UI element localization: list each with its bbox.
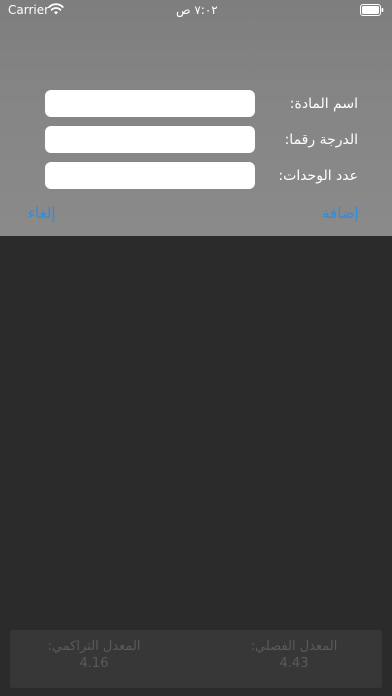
semester-gpa-label: المعدل الفصلي: [250, 639, 338, 654]
clock: ٧:٠٢ ص [176, 3, 218, 17]
units-input[interactable] [45, 162, 255, 189]
gpa-summary-panel: المعدل الفصلي: 4.43 المعدل التراكمي: 4.1… [10, 630, 382, 688]
grade-input[interactable] [45, 126, 255, 153]
units-label: عدد الوحدات: [278, 168, 358, 184]
carrier-label: Carrier [8, 3, 50, 17]
cumulative-gpa-label: المعدل التراكمي: [47, 639, 141, 654]
grade-label: الدرجة رقما: [284, 132, 358, 148]
status-bar: Carrier ٧:٠٢ ص [0, 0, 392, 22]
wifi-icon [48, 3, 64, 15]
cumulative-gpa: المعدل التراكمي: 4.16 [14, 630, 174, 671]
subject-name-label: اسم المادة: [289, 96, 358, 112]
grade-row: الدرجة رقما: [0, 126, 392, 154]
subject-name-input[interactable] [45, 90, 255, 117]
semester-gpa: المعدل الفصلي: 4.43 [214, 630, 374, 671]
input-sheet: Carrier ٧:٠٢ ص اسم المادة: الدرجة رقما: … [0, 0, 392, 236]
add-button[interactable]: إضافة [322, 204, 359, 222]
subject-name-row: اسم المادة: [0, 90, 392, 118]
cancel-button[interactable]: إلغاء [28, 204, 56, 222]
semester-gpa-value: 4.43 [279, 656, 309, 671]
battery-icon [360, 4, 384, 16]
units-row: عدد الوحدات: [0, 162, 392, 190]
cumulative-gpa-value: 4.16 [79, 656, 109, 671]
